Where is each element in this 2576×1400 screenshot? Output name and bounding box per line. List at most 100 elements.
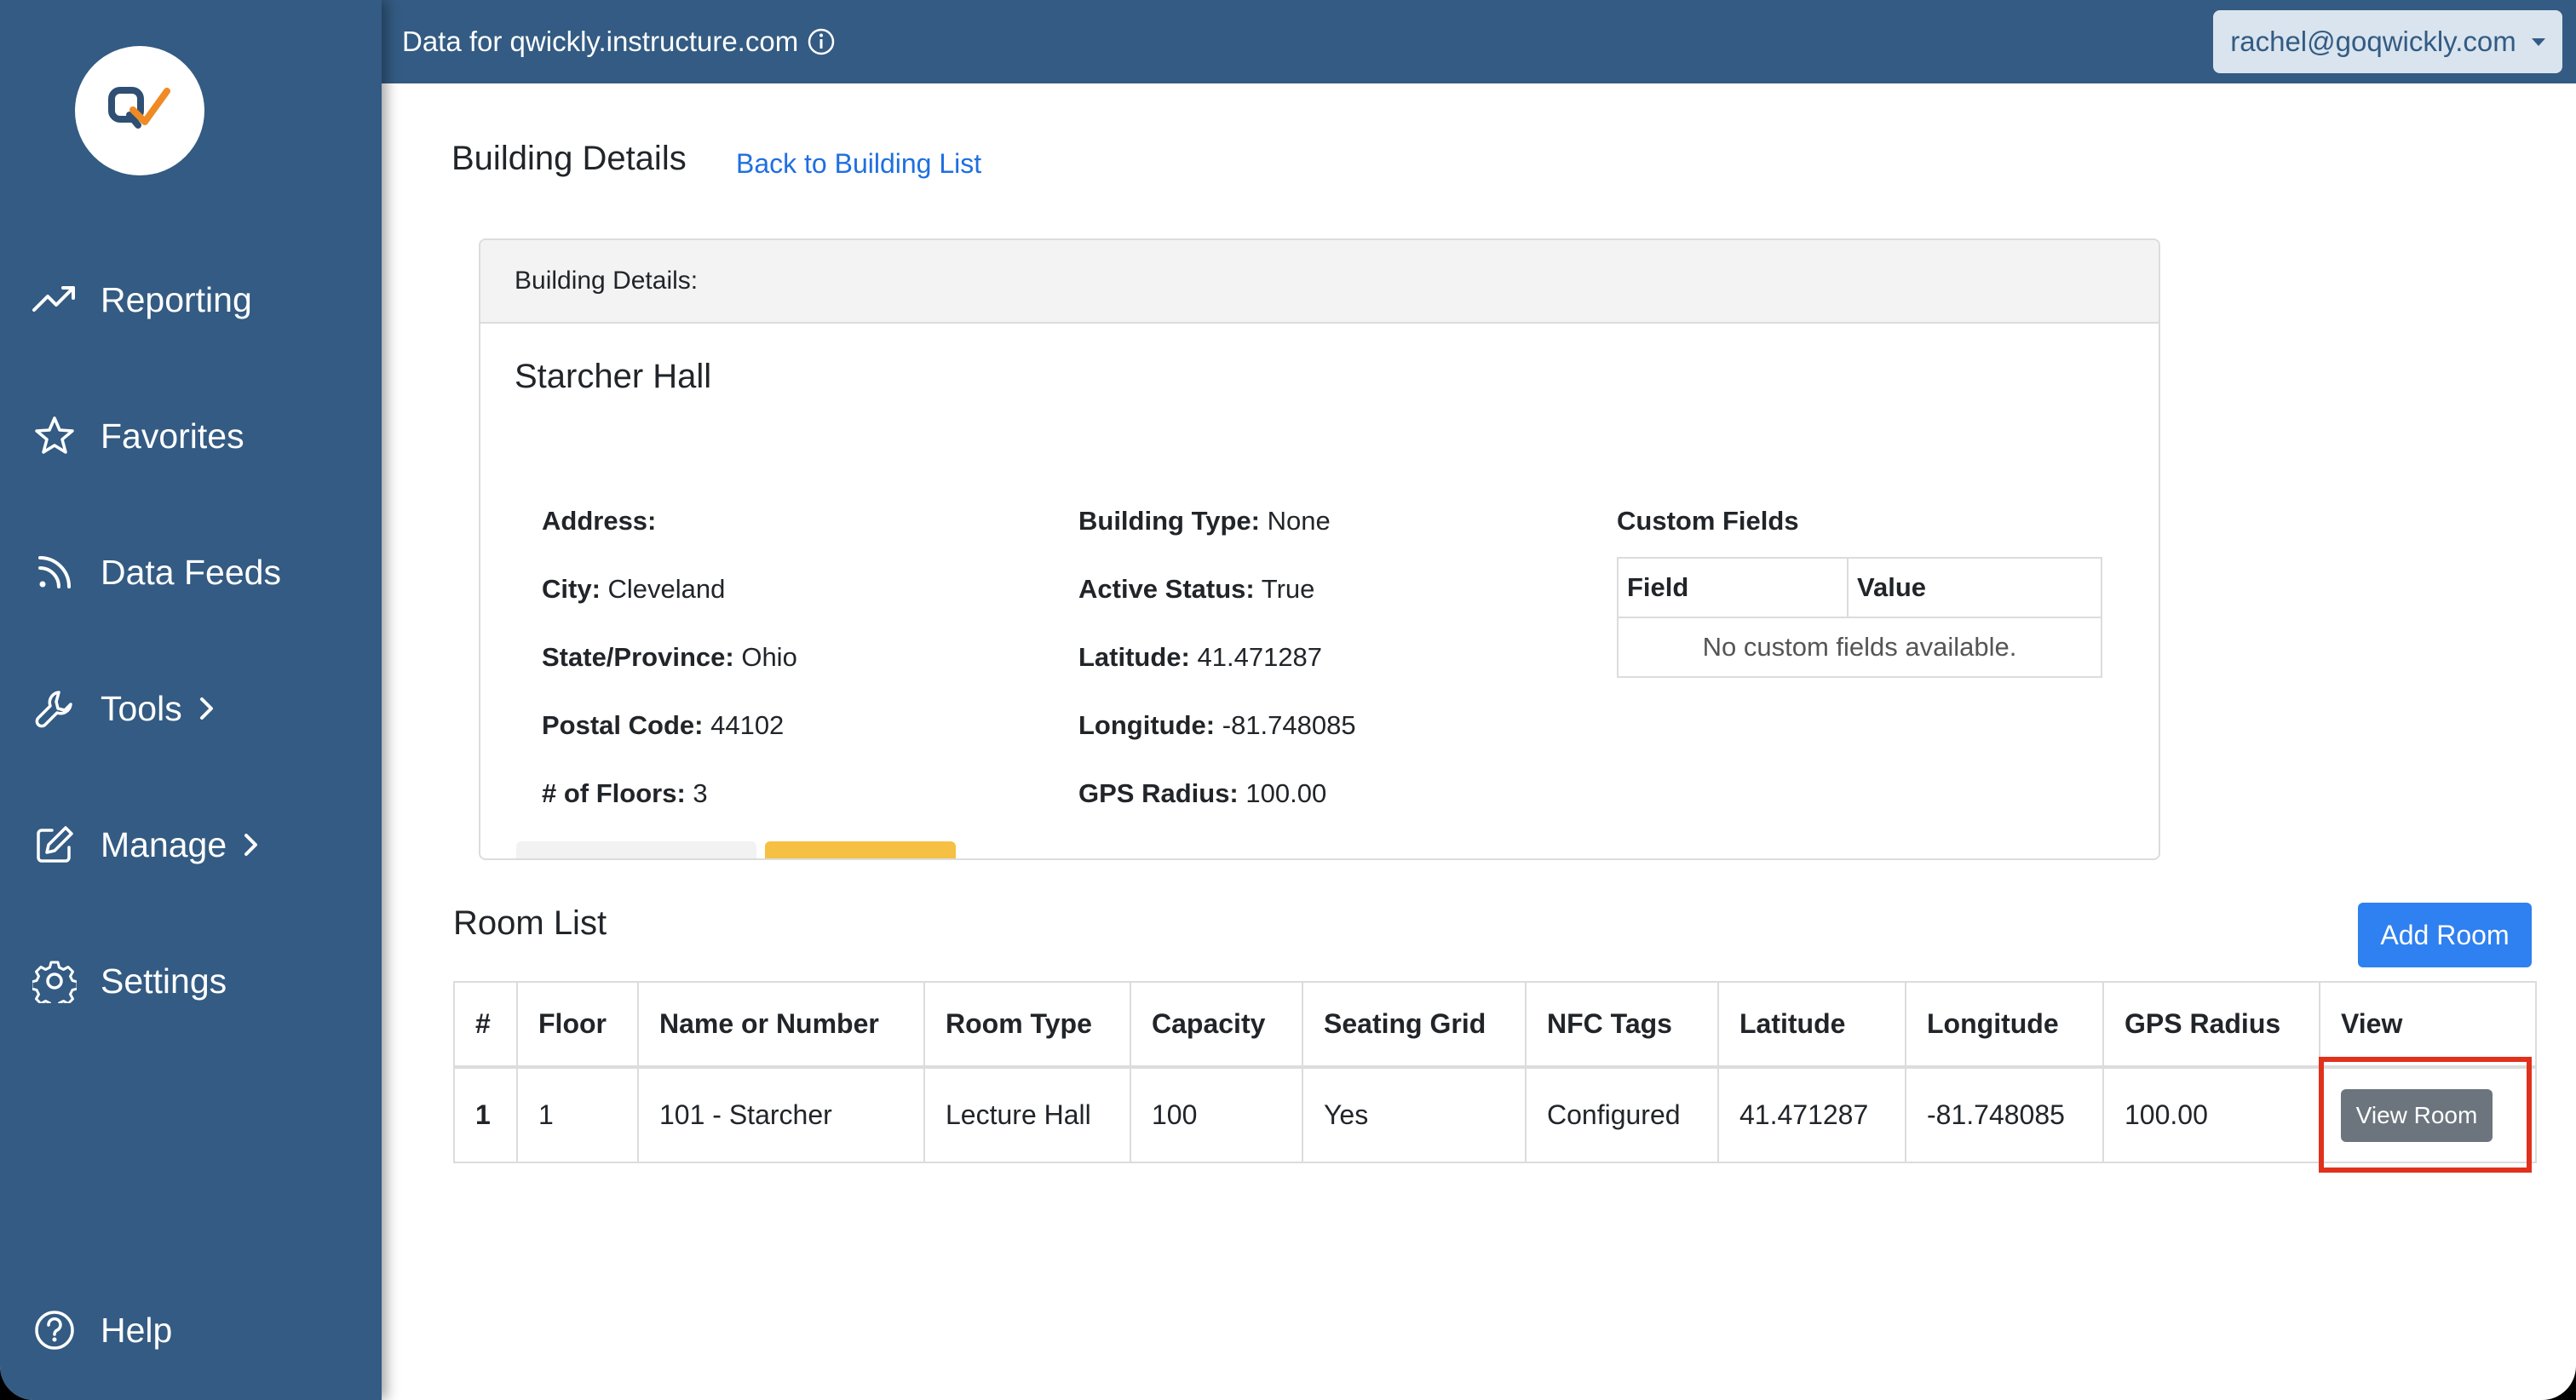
- room-name-cell: 101 - Starcher: [637, 1066, 925, 1163]
- latitude-value: 41.471287: [1197, 642, 1323, 672]
- column-header: #: [453, 981, 518, 1069]
- room-list-title: Room List: [453, 904, 607, 942]
- column-header: Capacity: [1130, 981, 1303, 1069]
- column-header: Floor: [516, 981, 639, 1069]
- sidebar-item-label: Help: [101, 1310, 173, 1350]
- gps-radius-label: GPS Radius:: [1078, 778, 1239, 808]
- card-header: Building Details:: [480, 240, 2159, 324]
- column-header: GPS Radius: [2102, 981, 2320, 1069]
- column-header: Seating Grid: [1302, 981, 1527, 1069]
- longitude-label: Longitude:: [1078, 710, 1216, 740]
- city-value: Cleveland: [607, 574, 726, 604]
- sidebar-item-label: Favorites: [101, 416, 244, 456]
- room-table-header: # Floor Name or Number Room Type Capacit…: [453, 981, 2537, 1069]
- user-email: rachel@goqwickly.com: [2230, 26, 2516, 57]
- sidebar: Reporting Favorites Data Feeds Tools Man…: [0, 0, 382, 1400]
- room-view-cell: View Room: [2319, 1057, 2537, 1173]
- building-type-field: Building Type: None: [1078, 506, 1331, 536]
- chevron-right-icon: [199, 691, 223, 726]
- sidebar-item-reporting[interactable]: Reporting: [31, 266, 252, 334]
- building-name: Starcher Hall: [515, 358, 712, 395]
- star-icon: [31, 412, 78, 460]
- help-circle-icon: [31, 1306, 78, 1354]
- data-source-text: Data for qwickly.instructure.com: [402, 26, 799, 57]
- column-header: Name or Number: [637, 981, 925, 1069]
- room-type-cell: Lecture Hall: [923, 1066, 1131, 1163]
- table-row: 1 1 101 - Starcher Lecture Hall 100 Yes …: [453, 1057, 2537, 1173]
- delete-building-button[interactable]: Delete Building: [765, 841, 956, 858]
- sidebar-item-favorites[interactable]: Favorites: [31, 402, 244, 470]
- room-table: # Floor Name or Number Room Type Capacit…: [453, 981, 2537, 1173]
- custom-fields-title: Custom Fields: [1617, 506, 1799, 536]
- sidebar-item-help[interactable]: Help: [31, 1296, 172, 1364]
- view-room-button[interactable]: View Room: [2341, 1088, 2493, 1142]
- data-source-label: Data for qwickly.instructure.com: [402, 26, 836, 58]
- custom-fields-header-value: Value: [1847, 557, 2102, 618]
- sidebar-item-data-feeds[interactable]: Data Feeds: [31, 538, 281, 606]
- sidebar-item-settings[interactable]: Settings: [31, 947, 227, 1015]
- address-field: Address:: [542, 506, 656, 536]
- building-type-label: Building Type:: [1078, 506, 1260, 536]
- wrench-icon: [31, 685, 78, 732]
- room-capacity-cell: 100: [1130, 1066, 1303, 1163]
- gps-radius-field: GPS Radius: 100.00: [1078, 778, 1326, 809]
- state-field: State/Province: Ohio: [542, 642, 797, 673]
- custom-fields-table: Field Value No custom fields available.: [1617, 557, 2102, 678]
- longitude-value: -81.748085: [1222, 710, 1356, 740]
- room-floor-cell: 1: [516, 1066, 639, 1163]
- postal-code-label: Postal Code:: [542, 710, 704, 740]
- trending-up-icon: [31, 276, 78, 324]
- postal-code-value: 44102: [710, 710, 785, 740]
- building-type-value: None: [1267, 506, 1331, 536]
- custom-fields-empty-message: No custom fields available.: [1617, 617, 2102, 678]
- page-title: Building Details: [451, 140, 687, 177]
- sidebar-item-label: Settings: [101, 961, 227, 1001]
- gear-icon: [31, 957, 78, 1005]
- column-header: Latitude: [1717, 981, 1906, 1069]
- sidebar-item-label: Manage: [101, 824, 227, 864]
- room-number-cell: 1: [453, 1066, 518, 1163]
- rss-icon: [31, 548, 78, 596]
- sidebar-item-label: Reporting: [101, 279, 252, 319]
- sidebar-item-label: Tools: [101, 688, 182, 728]
- room-latitude-cell: 41.471287: [1717, 1066, 1906, 1163]
- column-header: Room Type: [923, 981, 1131, 1069]
- building-details-card: Building Details: Starcher Hall Address:…: [479, 238, 2160, 860]
- logo-mark-icon: [108, 87, 170, 129]
- user-menu-button[interactable]: rachel@goqwickly.com: [2213, 10, 2562, 73]
- caret-down-icon: [2531, 37, 2545, 46]
- state-label: State/Province:: [542, 642, 734, 672]
- floors-value: 3: [693, 778, 708, 808]
- add-room-button[interactable]: Add Room: [2358, 903, 2532, 967]
- info-icon[interactable]: [807, 27, 836, 56]
- address-label: Address:: [542, 506, 657, 536]
- column-header: Longitude: [1905, 981, 2104, 1069]
- qwickly-logo[interactable]: [75, 46, 204, 175]
- sidebar-item-manage[interactable]: Manage: [31, 811, 267, 879]
- custom-fields-header-field: Field: [1617, 557, 1849, 618]
- latitude-field: Latitude: 41.471287: [1078, 642, 1322, 673]
- room-nfc-cell: Configured: [1525, 1066, 1719, 1163]
- sidebar-item-label: Data Feeds: [101, 552, 281, 592]
- app-window: Reporting Favorites Data Feeds Tools Man…: [0, 0, 2576, 1400]
- edit-building-button[interactable]: Edit Building Details: [516, 841, 756, 858]
- topbar: Data for qwickly.instructure.com rachel@…: [382, 0, 2576, 83]
- city-label: City:: [542, 574, 601, 604]
- latitude-label: Latitude:: [1078, 642, 1190, 672]
- active-status-field: Active Status: True: [1078, 574, 1314, 605]
- floors-label: # of Floors:: [542, 778, 686, 808]
- city-field: City: Cleveland: [542, 574, 725, 605]
- main-content: Building Details Back to Building List B…: [382, 83, 2576, 1400]
- state-value: Ohio: [741, 642, 797, 672]
- edit-icon: [31, 821, 78, 869]
- active-status-value: True: [1261, 574, 1315, 604]
- active-status-label: Active Status:: [1078, 574, 1255, 604]
- column-header: View: [2319, 981, 2537, 1069]
- floors-field: # of Floors: 3: [542, 778, 708, 809]
- sidebar-item-tools[interactable]: Tools: [31, 674, 223, 743]
- room-seating-cell: Yes: [1302, 1066, 1527, 1163]
- gps-radius-value: 100.00: [1245, 778, 1327, 808]
- column-header: NFC Tags: [1525, 981, 1719, 1069]
- room-gps-cell: 100.00: [2102, 1066, 2320, 1163]
- back-to-building-list-link[interactable]: Back to Building List: [736, 148, 981, 180]
